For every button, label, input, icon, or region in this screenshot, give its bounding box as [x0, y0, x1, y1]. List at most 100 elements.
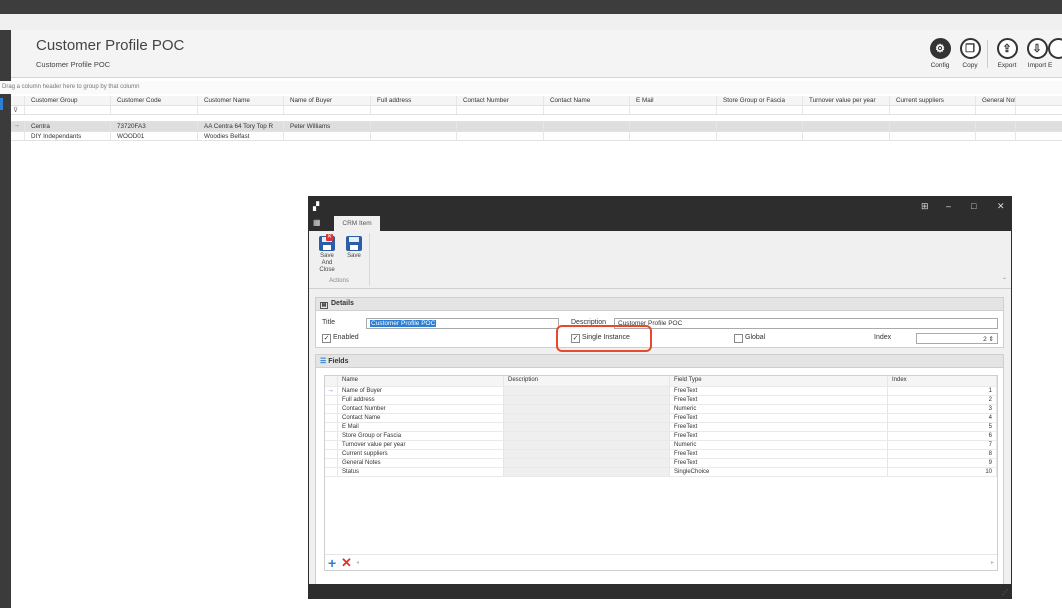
- table-cell[interactable]: [504, 459, 670, 467]
- table-cell[interactable]: [457, 131, 544, 140]
- col-header-turnover[interactable]: Turnover value per year: [803, 96, 890, 105]
- filter-cell[interactable]: [717, 105, 803, 114]
- group-by-hint[interactable]: Drag a column header here to group by th…: [0, 81, 1062, 94]
- table-cell[interactable]: DIY Independants: [25, 131, 111, 140]
- table-cell[interactable]: General Notes: [338, 459, 504, 467]
- table-cell[interactable]: Status: [338, 468, 504, 476]
- table-cell[interactable]: [717, 131, 803, 140]
- table-cell[interactable]: [630, 131, 717, 140]
- title-field[interactable]: Customer Profile POC: [366, 318, 559, 329]
- table-cell[interactable]: Peter Williams: [284, 122, 371, 131]
- col-header-index[interactable]: Index: [888, 376, 997, 386]
- table-row[interactable]: Contact Number Numeric 3: [325, 405, 997, 414]
- table-cell[interactable]: FreeText: [670, 387, 888, 395]
- table-cell[interactable]: Woodies Belfast: [198, 131, 284, 140]
- table-cell[interactable]: [504, 396, 670, 404]
- table-cell[interactable]: [890, 122, 976, 131]
- table-cell[interactable]: 3: [888, 405, 997, 413]
- table-cell[interactable]: [504, 468, 670, 476]
- spinner-arrows-icon[interactable]: ⇕: [989, 336, 994, 343]
- delete-icon[interactable]: ✕: [341, 555, 352, 571]
- scroll-left-icon[interactable]: ◂: [356, 559, 359, 566]
- table-row[interactable]: Contact Name FreeText 4: [325, 414, 997, 423]
- restore-layout-icon[interactable]: ⊞: [921, 201, 929, 212]
- col-header-store-group[interactable]: Store Group or Fascia: [717, 96, 803, 105]
- grid-filter-row[interactable]: ⊽: [11, 105, 1062, 115]
- details-header[interactable]: ▤ Details: [316, 298, 1003, 311]
- col-header-name-of-buyer[interactable]: Name of Buyer: [284, 96, 371, 105]
- maximize-icon[interactable]: □: [971, 201, 976, 211]
- enabled-checkbox[interactable]: ✓: [322, 334, 331, 343]
- description-field[interactable]: Customer Profile POC: [614, 318, 998, 329]
- table-cell[interactable]: [371, 131, 457, 140]
- filter-cell[interactable]: [284, 105, 371, 114]
- table-row[interactable]: E Mail FreeText 5: [325, 423, 997, 432]
- table-cell[interactable]: [504, 414, 670, 422]
- filter-cell[interactable]: [111, 105, 198, 114]
- col-header-name[interactable]: Name: [338, 376, 504, 386]
- table-cell[interactable]: Contact Name: [338, 414, 504, 422]
- filter-cell[interactable]: [976, 105, 1016, 114]
- table-cell[interactable]: 7: [888, 441, 997, 449]
- filter-icon[interactable]: ⊽: [11, 105, 25, 114]
- table-cell[interactable]: [544, 122, 630, 131]
- table-cell[interactable]: [630, 122, 717, 131]
- table-row[interactable]: DIY Independants WOOD01 Woodies Belfast: [11, 131, 1062, 141]
- export-button[interactable]: ⇪ Export: [992, 38, 1022, 69]
- col-header-email[interactable]: E Mail: [630, 96, 717, 105]
- table-cell[interactable]: AA Centra 64 Tory Top R: [198, 122, 284, 131]
- table-row[interactable]: → Centra 73720FA3 AA Centra 64 Tory Top …: [11, 122, 1062, 132]
- table-cell[interactable]: Numeric: [670, 405, 888, 413]
- left-nav-selection[interactable]: [0, 98, 3, 110]
- table-cell[interactable]: FreeText: [670, 414, 888, 422]
- table-cell[interactable]: 5: [888, 423, 997, 431]
- scroll-right-icon[interactable]: ▸: [991, 559, 994, 566]
- save-button[interactable]: Save: [342, 236, 366, 260]
- filter-cell[interactable]: [630, 105, 717, 114]
- table-cell[interactable]: [544, 131, 630, 140]
- table-cell[interactable]: [803, 122, 890, 131]
- table-row[interactable]: Turnover value per year Numeric 7: [325, 441, 997, 450]
- table-cell[interactable]: [504, 441, 670, 449]
- table-cell[interactable]: Centra: [25, 122, 111, 131]
- table-cell[interactable]: [976, 131, 1016, 140]
- minimize-icon[interactable]: –: [946, 201, 951, 211]
- filter-cell[interactable]: [890, 105, 976, 114]
- col-header-contact-number[interactable]: Contact Number: [457, 96, 544, 105]
- table-cell[interactable]: FreeText: [670, 459, 888, 467]
- table-cell[interactable]: 4: [888, 414, 997, 422]
- table-row[interactable]: Current suppliers FreeText 8: [325, 450, 997, 459]
- table-row[interactable]: Full address FreeText 2: [325, 396, 997, 405]
- tab-crm-item[interactable]: CRM Item: [334, 216, 380, 231]
- table-cell[interactable]: [717, 122, 803, 131]
- col-header-contact-name[interactable]: Contact Name: [544, 96, 630, 105]
- table-cell[interactable]: [976, 122, 1016, 131]
- table-row[interactable]: Store Group or Fascia FreeText 6: [325, 432, 997, 441]
- col-header-field-type[interactable]: Field Type: [670, 376, 888, 386]
- col-header-description[interactable]: Description: [504, 376, 670, 386]
- table-cell[interactable]: 2: [888, 396, 997, 404]
- close-icon[interactable]: ✕: [997, 201, 1005, 212]
- table-cell[interactable]: [504, 450, 670, 458]
- table-cell[interactable]: [803, 131, 890, 140]
- table-cell[interactable]: Contact Number: [338, 405, 504, 413]
- filter-cell[interactable]: [457, 105, 544, 114]
- table-cell[interactable]: FreeText: [670, 423, 888, 431]
- col-header-full-address[interactable]: Full address: [371, 96, 457, 105]
- fields-header[interactable]: ☰ Fields: [316, 355, 1003, 368]
- table-cell[interactable]: Turnover value per year: [338, 441, 504, 449]
- filter-cell[interactable]: [803, 105, 890, 114]
- table-row[interactable]: General Notes FreeText 9: [325, 459, 997, 468]
- config-button[interactable]: ⚙ Config: [925, 38, 955, 69]
- table-cell[interactable]: Store Group or Fascia: [338, 432, 504, 440]
- table-cell[interactable]: WOOD01: [111, 131, 198, 140]
- table-cell[interactable]: Full address: [338, 396, 504, 404]
- col-header-current-suppliers[interactable]: Current suppliers: [890, 96, 976, 105]
- table-cell[interactable]: SingleChoice: [670, 468, 888, 476]
- filter-cell[interactable]: [544, 105, 630, 114]
- dialog-title-bar[interactable]: ▞ ⊞ – □ ✕: [309, 197, 1011, 216]
- table-cell[interactable]: FreeText: [670, 396, 888, 404]
- table-cell[interactable]: Name of Buyer: [338, 387, 504, 395]
- table-row[interactable]: → Name of Buyer FreeText 1: [325, 387, 997, 396]
- filter-cell[interactable]: [371, 105, 457, 114]
